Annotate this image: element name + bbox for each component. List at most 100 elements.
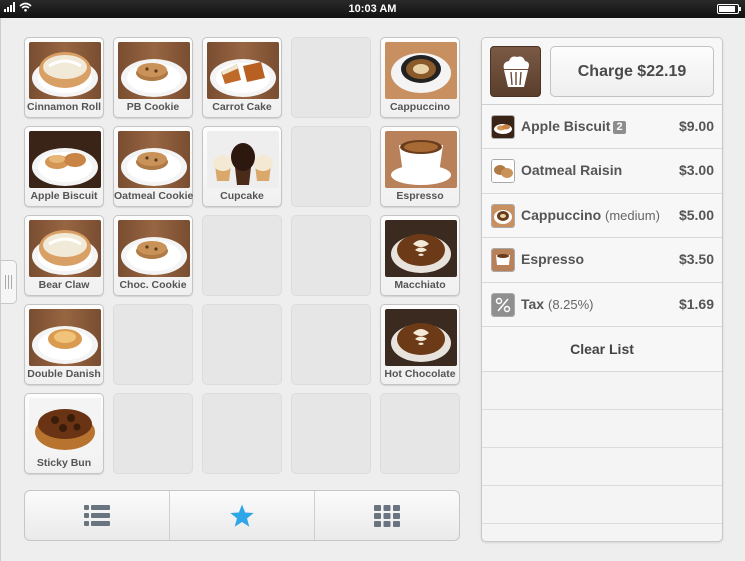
menu-item-tile[interactable]: Cappuccino	[380, 37, 460, 118]
cupcake-photo	[207, 131, 279, 188]
order-header: Charge $22.19	[482, 38, 722, 105]
order-line-item[interactable]: Oatmeal Raisin $3.00	[482, 149, 722, 194]
coffee-cup-photo	[385, 42, 457, 99]
order-line-name: Tax (8.25%)	[521, 296, 594, 312]
pastry-photo	[29, 220, 101, 277]
order-line-item[interactable]: Cappuccino (medium) $5.00	[482, 193, 722, 239]
order-line-item[interactable]: Tax (8.25%) $1.69	[482, 282, 722, 327]
menu-item-tile[interactable]: Bear Claw	[24, 215, 104, 296]
order-panel: Charge $22.19 Apple Biscuit 2 $9.00 Oatmeal…	[481, 37, 723, 542]
status-bar: 10:03 AM	[0, 0, 745, 18]
order-line-price: $3.50	[678, 251, 714, 268]
charge-button[interactable]: Charge $22.19	[550, 46, 714, 97]
empty-tile-slot[interactable]	[291, 304, 371, 385]
order-line-title: Oatmeal Raisin	[521, 162, 623, 179]
espresso-thumbnail-icon	[491, 248, 515, 273]
list-icon	[84, 504, 110, 526]
order-line-title: Espresso	[521, 251, 585, 268]
menu-item-tile[interactable]: Oatmeal Cookie	[113, 126, 193, 207]
menu-item-label: Double Danish	[27, 368, 101, 380]
order-line-price: $1.69	[678, 295, 714, 312]
menu-item-tile[interactable]: PB Cookie	[113, 37, 193, 118]
cake-slice-photo	[207, 42, 279, 99]
order-line-title: Apple Biscuit	[521, 118, 611, 134]
menu-item-label: Sticky Bun	[36, 457, 92, 469]
biscuit-thumbnail-icon	[491, 115, 515, 139]
order-line-name: Apple Biscuit 2	[521, 118, 626, 134]
menu-item-label: Apple Biscuit	[30, 190, 98, 202]
menu-item-label: Bear Claw	[38, 279, 90, 291]
order-line-price: $3.00	[678, 162, 714, 179]
coffee-thumbnail-icon	[491, 203, 515, 228]
danish-photo	[29, 309, 101, 366]
order-line-title: Cappuccino	[521, 206, 602, 223]
menu-item-label: Choc. Cookie	[119, 279, 187, 291]
empty-tile-slot[interactable]	[291, 215, 371, 296]
cookie-photo	[118, 42, 190, 99]
empty-tile-slot[interactable]	[113, 393, 193, 474]
empty-tile-slot[interactable]	[380, 393, 460, 474]
drawer-handle[interactable]	[1, 260, 17, 304]
menu-item-label: Espresso	[396, 190, 444, 202]
status-time: 10:03 AM	[348, 3, 397, 15]
favorites-button[interactable]	[170, 491, 315, 540]
bottom-toolbar	[24, 490, 460, 541]
pastry-photo	[29, 42, 101, 99]
pos-app: Cinnamon Roll PB Cookie Carrot Cake Cappucc…	[0, 18, 745, 561]
latte-art-photo	[385, 309, 457, 366]
order-lines: Apple Biscuit 2 $9.00 Oatmeal Raisin $3.00 Ca…	[482, 105, 722, 327]
order-line-modifier: (8.25%)	[547, 296, 594, 312]
order-line-item[interactable]: Apple Biscuit 2 $9.00	[482, 105, 722, 150]
menu-item-tile[interactable]: Macchiato	[380, 215, 460, 296]
percent-icon	[491, 292, 515, 317]
grid-view-button[interactable]	[315, 491, 459, 540]
menu-item-tile[interactable]: Apple Biscuit	[24, 126, 104, 207]
empty-tile-slot[interactable]	[113, 304, 193, 385]
menu-item-tile[interactable]: Cupcake	[202, 126, 282, 207]
menu-item-tile[interactable]: Cinnamon Roll	[24, 37, 104, 118]
order-line-modifier: (medium)	[605, 207, 660, 223]
empty-tile-slot[interactable]	[202, 304, 282, 385]
cookie-thumbnail-icon	[491, 159, 515, 184]
quantity-badge: 2	[613, 121, 626, 134]
grid-icon	[374, 504, 400, 527]
order-line-price: $9.00	[678, 118, 714, 134]
battery-level	[719, 6, 736, 12]
latte-art-photo	[385, 220, 457, 277]
order-line-item[interactable]: Espresso $3.50	[482, 238, 722, 283]
menu-item-tile[interactable]: Sticky Bun	[24, 393, 104, 474]
order-line-name: Espresso	[521, 251, 584, 267]
empty-tile-slot[interactable]	[202, 393, 282, 474]
menu-item-label: Hot Chocolate	[384, 368, 456, 380]
order-empty-row	[482, 448, 722, 486]
order-line-price: $5.00	[678, 206, 714, 223]
star-icon	[230, 504, 254, 527]
order-empty-row	[482, 372, 722, 410]
order-empty-row	[482, 486, 722, 524]
menu-item-label: Oatmeal Cookie	[114, 190, 194, 202]
menu-item-label: Macchiato	[394, 279, 446, 291]
empty-tile-slot[interactable]	[291, 126, 371, 207]
menu-item-label: Cupcake	[220, 190, 264, 202]
clear-list-button[interactable]: Clear List	[482, 326, 722, 372]
empty-tile-slot[interactable]	[291, 393, 371, 474]
menu-item-tile[interactable]: Espresso	[380, 126, 460, 207]
menu-item-tile[interactable]: Hot Chocolate	[380, 304, 460, 385]
order-line-name: Oatmeal Raisin	[521, 162, 622, 178]
order-empty-row	[482, 410, 722, 448]
menu-item-tile[interactable]: Choc. Cookie	[113, 215, 193, 296]
menu-item-label: Cinnamon Roll	[26, 101, 102, 113]
menu-item-label: PB Cookie	[126, 101, 180, 113]
sticky-bun-photo	[29, 398, 101, 455]
menu-item-tile[interactable]: Double Danish	[24, 304, 104, 385]
list-view-button[interactable]	[25, 491, 170, 540]
empty-tile-slot[interactable]	[202, 215, 282, 296]
biscuit-photo	[29, 131, 101, 188]
order-line-name: Cappuccino (medium)	[521, 207, 660, 223]
cookie-photo	[118, 220, 190, 277]
espresso-photo	[385, 131, 457, 188]
order-line-title: Tax	[521, 295, 545, 312]
empty-tile-slot[interactable]	[291, 37, 371, 118]
menu-item-tile[interactable]: Carrot Cake	[202, 37, 282, 118]
cupcake-icon	[490, 46, 541, 97]
